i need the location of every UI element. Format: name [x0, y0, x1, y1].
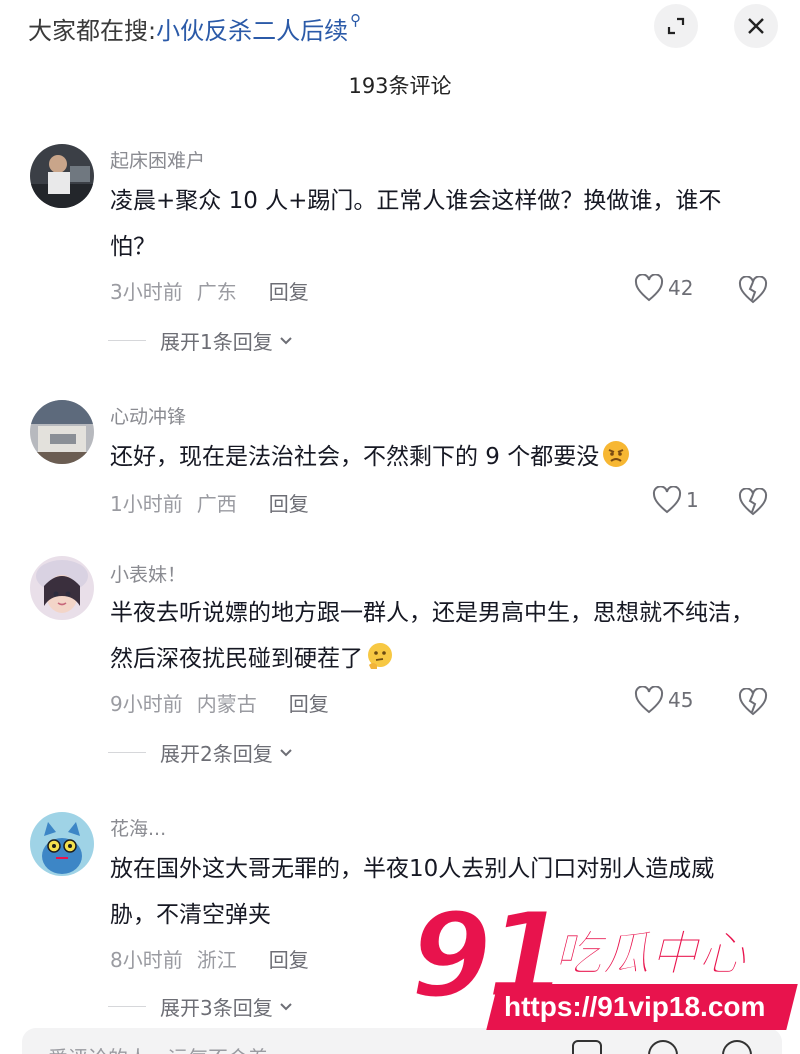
chevron-down-icon: [280, 336, 292, 344]
comment-time: 3小时前: [110, 280, 183, 304]
comment-text: 半夜去听说嫖的地方跟一群人，还是男高中生，思想就不纯洁，然后深夜扰民碰到硬茬了: [110, 590, 760, 682]
comment-text-content: 还好，现在是法治社会，不然剩下的 9 个都要没: [110, 444, 600, 470]
reply-button[interactable]: 回复: [289, 688, 329, 717]
comment-location: 内蒙古: [196, 692, 257, 716]
heart-icon: [634, 686, 664, 714]
expand-button[interactable]: [654, 4, 698, 48]
comment-time: 1小时前: [110, 492, 183, 516]
search-prefix-label: 大家都在搜:: [28, 16, 157, 45]
comment-username[interactable]: 小表妹！: [110, 560, 186, 587]
comment-location: 广东: [196, 280, 237, 304]
comment-text-content: 半夜去听说嫖的地方跟一群人，还是男高中生，思想就不纯洁，然后深夜扰民碰到硬茬了: [110, 600, 754, 672]
expand-replies-label: 展开2条回复: [160, 742, 273, 766]
dislike-button[interactable]: [738, 487, 768, 520]
divider-line: [108, 340, 146, 341]
thinking-face-emoji-icon: [368, 643, 392, 669]
comment-location: 广西: [196, 492, 237, 516]
heart-icon: [652, 486, 682, 514]
reply-button[interactable]: 回复: [269, 944, 309, 973]
divider-line: [108, 1006, 146, 1007]
like-button[interactable]: 45: [634, 686, 693, 714]
comment-input-placeholder: 爱评论的人，运气不会差: [48, 1042, 268, 1054]
like-button[interactable]: 1: [652, 486, 699, 514]
like-count: 42: [668, 276, 694, 300]
broken-heart-icon: [738, 487, 768, 516]
comment-meta: 1小时前 广西 回复: [110, 488, 309, 517]
avatar[interactable]: [30, 144, 94, 208]
avatar[interactable]: [30, 400, 94, 464]
reply-button[interactable]: 回复: [269, 276, 309, 305]
broken-heart-icon: [738, 275, 768, 304]
expand-replies-button[interactable]: 展开3条回复: [108, 992, 293, 1021]
like-count: 45: [668, 688, 694, 712]
comment-location: 浙江: [196, 948, 237, 972]
chevron-down-icon: [280, 748, 292, 756]
watermark-url: https://91vip18.com: [504, 991, 766, 1022]
heart-icon: [634, 274, 664, 302]
comment-text: 还好，现在是法治社会，不然剩下的 9 个都要没: [110, 434, 760, 480]
like-button[interactable]: 42: [634, 274, 693, 302]
comment-username[interactable]: 起床困难户: [110, 146, 205, 173]
search-term-link[interactable]: 小伙反杀二人后续: [156, 11, 348, 46]
expand-replies-button[interactable]: 展开1条回复: [108, 326, 293, 355]
angry-face-emoji-icon: [603, 441, 630, 467]
search-suggestion[interactable]: 大家都在搜: 小伙反杀二人后续 ⚲: [28, 10, 361, 46]
comment-text: 凌晨+聚众 10 人+踢门。正常人谁会这样做？换做谁，谁不怕？: [110, 188, 722, 260]
comment-username[interactable]: 花海...: [110, 814, 166, 841]
broken-heart-icon: [738, 687, 768, 716]
comment-meta: 8小时前 浙江 回复: [110, 944, 309, 973]
comment-count-title: 193条评论: [348, 74, 452, 98]
comment-time: 8小时前: [110, 948, 183, 972]
search-icon: ⚲: [350, 11, 362, 29]
avatar[interactable]: [30, 812, 94, 876]
comment-username[interactable]: 心动冲锋: [110, 402, 186, 429]
like-count: 1: [686, 488, 699, 512]
divider-line: [108, 752, 146, 753]
expand-replies-label: 展开1条回复: [160, 330, 273, 354]
comment-meta: 3小时前 广东 回复: [110, 276, 309, 305]
close-button[interactable]: [734, 4, 778, 48]
chevron-down-icon: [280, 1002, 292, 1010]
close-icon: [748, 18, 764, 34]
avatar[interactable]: [30, 556, 94, 620]
dislike-button[interactable]: [738, 687, 768, 720]
expand-replies-label: 展开3条回复: [160, 996, 273, 1020]
watermark-name: 吃瓜中心: [553, 926, 747, 983]
reply-button[interactable]: 回复: [269, 488, 309, 517]
comment-time: 9小时前: [110, 692, 183, 716]
expand-replies-button[interactable]: 展开2条回复: [108, 738, 293, 767]
expand-icon: [667, 17, 685, 35]
watermark-logo: 91 吃瓜中心 https://91vip18.com: [404, 889, 800, 1054]
dislike-button[interactable]: [738, 275, 768, 308]
comment-meta: 9小时前 内蒙古 回复: [110, 688, 329, 717]
